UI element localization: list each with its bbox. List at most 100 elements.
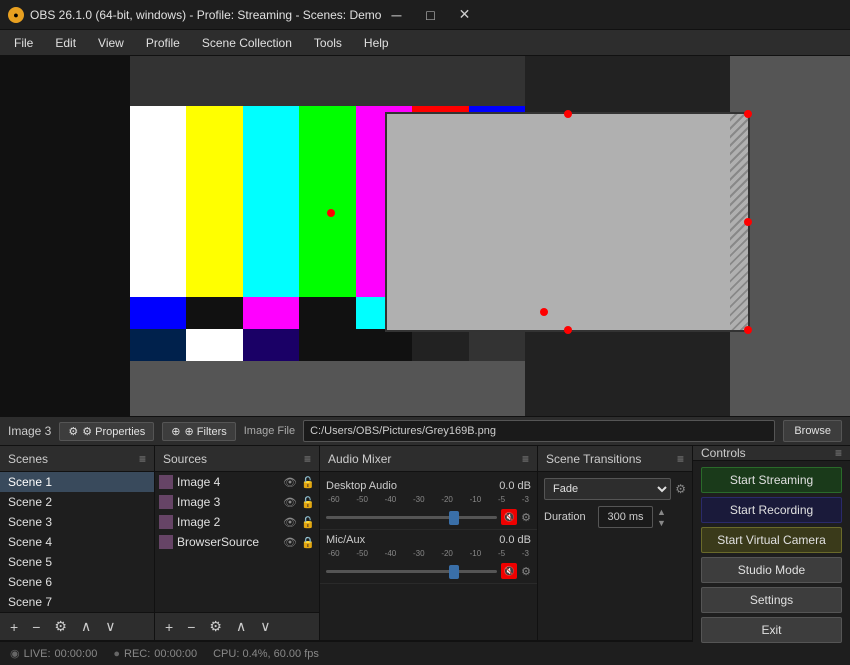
mic-aux-mute-button[interactable]: 🔇 xyxy=(501,563,517,579)
scenes-panel-menu-icon[interactable]: ≡ xyxy=(139,452,146,466)
source-visibility-button[interactable]: 👁 xyxy=(283,515,297,529)
color-bar-bottom-2 xyxy=(469,329,525,361)
scene-item[interactable]: Scene 7 xyxy=(0,592,154,612)
duration-down-arrow[interactable]: ▼ xyxy=(657,518,666,528)
menu-item-file[interactable]: File xyxy=(4,34,43,52)
color-bar xyxy=(186,106,242,297)
mic-aux-fader[interactable] xyxy=(326,570,497,573)
browse-button[interactable]: Browse xyxy=(783,420,842,442)
source-visibility-button[interactable]: 👁 xyxy=(283,495,297,509)
mic-aux-meters xyxy=(326,559,531,560)
mic-aux-fader-thumb[interactable] xyxy=(449,565,459,579)
maximize-button[interactable]: □ xyxy=(415,5,445,25)
scene-item[interactable]: Scene 1 xyxy=(0,472,154,492)
source-lock-button[interactable]: 🔓 xyxy=(301,515,315,529)
desktop-audio-mute-button[interactable]: 🔇 xyxy=(501,509,517,525)
grey-overlay-source[interactable] xyxy=(385,112,750,332)
source-lock-button[interactable]: 🔒 xyxy=(301,535,315,549)
sources-panel-menu-icon[interactable]: ≡ xyxy=(304,452,311,466)
scene-transitions-header: Scene Transitions ≡ xyxy=(538,446,692,472)
desktop-audio-db: 0.0 dB xyxy=(499,480,531,492)
start-streaming-button[interactable]: Start Streaming xyxy=(701,467,842,493)
remove-scene-button[interactable]: − xyxy=(28,617,44,637)
rec-label: REC: xyxy=(124,648,150,660)
color-bar-bottom-2 xyxy=(299,329,355,361)
scene-item[interactable]: Scene 5 xyxy=(0,552,154,572)
scene-settings-button[interactable]: ⚙ xyxy=(50,616,71,637)
scene-item[interactable]: Scene 2 xyxy=(0,492,154,512)
scene-item[interactable]: Scene 4 xyxy=(0,532,154,552)
properties-button[interactable]: ⚙ ⚙ Properties xyxy=(59,422,154,441)
source-lock-button[interactable]: 🔓 xyxy=(301,475,315,489)
handle-right[interactable] xyxy=(744,218,752,226)
menubar: FileEditViewProfileScene CollectionTools… xyxy=(0,30,850,56)
image-file-label: Image File xyxy=(244,425,295,437)
source-visibility-button[interactable]: 👁 xyxy=(283,535,297,549)
menu-item-scene-collection[interactable]: Scene Collection xyxy=(192,34,302,52)
menu-item-edit[interactable]: Edit xyxy=(45,34,86,52)
add-source-button[interactable]: + xyxy=(161,617,177,637)
transition-type-row: Fade Cut Swipe Slide Stinger Luma Wipe ⚙ xyxy=(544,478,686,500)
desktop-audio-fader-thumb[interactable] xyxy=(449,511,459,525)
gear-icon: ⚙ xyxy=(68,425,78,438)
desktop-audio-meter-labels: -60-50-40-30-20-10-5-3 xyxy=(326,495,531,504)
scene-transitions-menu-icon[interactable]: ≡ xyxy=(677,452,684,466)
preview-bg-left xyxy=(0,56,130,416)
scene-down-button[interactable]: ∨ xyxy=(101,616,119,637)
studio-mode-button[interactable]: Studio Mode xyxy=(701,557,842,583)
controls-menu-icon[interactable]: ≡ xyxy=(835,446,842,460)
handle-color-bar-top[interactable] xyxy=(327,209,335,217)
scene-up-button[interactable]: ∧ xyxy=(77,616,95,637)
handle-bottom[interactable] xyxy=(564,326,572,334)
remove-source-button[interactable]: − xyxy=(183,617,199,637)
scene-item[interactable]: Scene 3 xyxy=(0,512,154,532)
exit-button[interactable]: Exit xyxy=(701,617,842,643)
close-button[interactable]: ✕ xyxy=(449,5,479,25)
desktop-audio-gear-button[interactable]: ⚙ xyxy=(521,511,531,524)
source-lock-button[interactable]: 🔓 xyxy=(301,495,315,509)
mic-aux-gear-button[interactable]: ⚙ xyxy=(521,565,531,578)
start-virtual-camera-button[interactable]: Start Virtual Camera xyxy=(701,527,842,553)
duration-spinner[interactable]: ▲ ▼ xyxy=(657,507,666,528)
start-recording-button[interactable]: Start Recording xyxy=(701,497,842,523)
filters-button[interactable]: ⊕ ⊕ Filters xyxy=(162,422,235,441)
source-up-button[interactable]: ∧ xyxy=(232,616,250,637)
source-item[interactable]: BrowserSource👁🔒 xyxy=(155,532,319,552)
duration-up-arrow[interactable]: ▲ xyxy=(657,507,666,517)
menu-item-tools[interactable]: Tools xyxy=(304,34,352,52)
source-down-button[interactable]: ∨ xyxy=(256,616,274,637)
menu-item-profile[interactable]: Profile xyxy=(136,34,190,52)
mic-aux-meter-labels: -60-50-40-30-20-10-5-3 xyxy=(326,549,531,558)
image-path-input[interactable] xyxy=(303,420,775,442)
sources-list: Image 4👁🔓Image 3👁🔓Image 2👁🔓BrowserSource… xyxy=(155,472,319,612)
source-visibility-button[interactable]: 👁 xyxy=(283,475,297,489)
menu-item-help[interactable]: Help xyxy=(354,34,399,52)
minimize-button[interactable]: ─ xyxy=(381,5,411,25)
controls-title: Controls xyxy=(701,446,746,460)
scene-item[interactable]: Scene 6 xyxy=(0,572,154,592)
source-settings-button[interactable]: ⚙ xyxy=(205,616,226,637)
source-item[interactable]: Image 2👁🔓 xyxy=(155,512,319,532)
color-bar-bottom-2 xyxy=(412,329,468,361)
audio-mixer-header: Audio Mixer ≡ xyxy=(320,446,537,472)
source-item[interactable]: Image 4👁🔓 xyxy=(155,472,319,492)
desktop-audio-meters xyxy=(326,505,531,506)
handle-bottom-right[interactable] xyxy=(744,326,752,334)
desktop-audio-header: Desktop Audio 0.0 dB xyxy=(326,480,531,492)
handle-top[interactable] xyxy=(564,110,572,118)
transition-settings-icon[interactable]: ⚙ xyxy=(675,482,686,496)
desktop-audio-fader[interactable] xyxy=(326,516,497,519)
handle-color-bar-right[interactable] xyxy=(540,308,548,316)
menu-item-view[interactable]: View xyxy=(88,34,134,52)
duration-input[interactable] xyxy=(598,506,653,528)
audio-mixer-menu-icon[interactable]: ≡ xyxy=(522,452,529,466)
source-bar: Image 3 ⚙ ⚙ Properties ⊕ ⊕ Filters Image… xyxy=(0,416,850,446)
sources-panel-title: Sources xyxy=(163,452,207,466)
source-item[interactable]: Image 3👁🔓 xyxy=(155,492,319,512)
add-scene-button[interactable]: + xyxy=(6,617,22,637)
source-item-icon xyxy=(159,475,173,489)
color-bar-bottom-2 xyxy=(243,329,299,361)
settings-button[interactable]: Settings xyxy=(701,587,842,613)
handle-top-right[interactable] xyxy=(744,110,752,118)
transition-type-select[interactable]: Fade Cut Swipe Slide Stinger Luma Wipe xyxy=(544,478,671,500)
